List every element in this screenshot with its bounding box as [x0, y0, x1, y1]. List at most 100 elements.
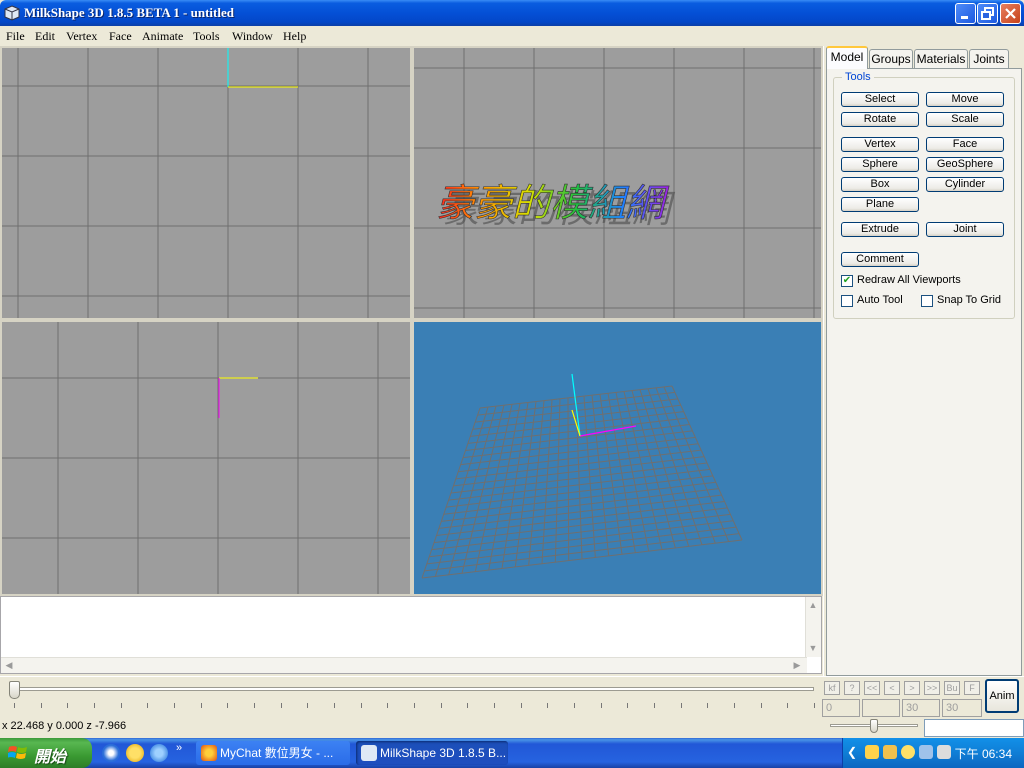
comment-button[interactable]: Comment [841, 252, 919, 267]
timeline-tick [680, 703, 682, 708]
geosphere-button[interactable]: GeoSphere [926, 157, 1004, 172]
viewport-3d[interactable] [412, 320, 823, 596]
rotate-button[interactable]: Rotate [841, 112, 919, 127]
scroll-left-icon[interactable]: ◀ [2, 658, 16, 672]
cursor-coordinates: x 22.468 y 0.000 z -7.966 [2, 720, 127, 732]
last-frame-button[interactable]: >> [924, 681, 940, 695]
scroll-right-icon[interactable]: ▶ [790, 658, 804, 672]
tray-volume-icon[interactable] [937, 745, 951, 759]
tools-panel: Model Groups Materials Joints Tools Sele… [823, 46, 1024, 678]
menu-file[interactable]: File [6, 29, 25, 44]
timeline-tick [67, 703, 69, 708]
timeline-tick [360, 703, 362, 708]
menu-animate[interactable]: Animate [142, 29, 183, 44]
prev-frame-button[interactable]: < [884, 681, 900, 695]
viewport-grid [2, 322, 410, 594]
select-button[interactable]: Select [841, 92, 919, 107]
tools-group: Tools Select Move Rotate Scale Vertex Fa… [833, 71, 1015, 319]
message-log[interactable]: ▲ ▼ ◀ ▶ [0, 596, 822, 674]
log-vertical-scrollbar[interactable]: ▲ ▼ [805, 597, 821, 657]
status-bar: x 22.468 y 0.000 z -7.966 [0, 718, 1024, 738]
menu-help[interactable]: Help [283, 29, 306, 44]
restore-button[interactable] [977, 3, 998, 24]
sphere-button[interactable]: Sphere [841, 157, 919, 172]
auto-tool-checkbox[interactable] [841, 295, 853, 307]
timeline-tick [467, 703, 469, 708]
menu-edit[interactable]: Edit [35, 29, 55, 44]
timeline-tick [40, 703, 42, 708]
timeline-track[interactable] [10, 687, 814, 691]
tab-materials[interactable]: Materials [914, 49, 968, 69]
tray-folder-icon[interactable] [883, 745, 897, 759]
face-button[interactable]: Face [926, 137, 1004, 152]
total-frames-field[interactable]: 30 [902, 699, 940, 717]
viewport-grid [2, 48, 410, 318]
timeline-tick [787, 703, 789, 708]
close-icon [1005, 8, 1016, 19]
task-milkshape[interactable]: MilkShape 3D 1.8.5 B... [356, 741, 508, 765]
extrude-button[interactable]: Extrude [841, 222, 919, 237]
viewport-top-left[interactable] [0, 46, 412, 320]
svg-text:豪豪的模組網: 豪豪的模組網 [436, 181, 670, 225]
current-frame-field[interactable]: 0 [822, 699, 860, 717]
start-label: 開始 [34, 749, 67, 766]
title-bar: MilkShape 3D 1.8.5 BETA 1 - untitled [0, 0, 1024, 26]
tray-network-icon[interactable] [919, 745, 933, 759]
box-button[interactable]: Box [841, 177, 919, 192]
tab-joints[interactable]: Joints [969, 49, 1009, 69]
timeline-thumb[interactable] [9, 681, 20, 699]
total-frames-field-2[interactable]: 30 [942, 699, 982, 717]
next-frame-button[interactable]: > [904, 681, 920, 695]
joint-button[interactable]: Joint [926, 222, 1004, 237]
cylinder-button[interactable]: Cylinder [926, 177, 1004, 192]
timeline-tick [600, 703, 602, 708]
viewport-bottom-left[interactable] [0, 320, 412, 596]
scale-button[interactable]: Scale [926, 112, 1004, 127]
timeline-tick [174, 703, 175, 708]
f-button[interactable]: F [964, 681, 980, 695]
menu-bar: File Edit Vertex Face Animate Tools Wind… [0, 26, 1024, 46]
anim-button[interactable]: Anim [985, 679, 1019, 713]
timeline-tick [654, 703, 655, 708]
menu-window[interactable]: Window [232, 29, 273, 44]
first-frame-button[interactable]: << [864, 681, 880, 695]
timeline-tick [494, 703, 495, 708]
bu-button[interactable]: Bu [944, 681, 960, 695]
timeline-ticks [14, 703, 815, 709]
vertex-button[interactable]: Vertex [841, 137, 919, 152]
tab-model[interactable]: Model [826, 46, 868, 69]
close-button[interactable] [1000, 3, 1021, 24]
scroll-down-icon[interactable]: ▼ [806, 641, 820, 655]
timeline-tick [734, 703, 735, 708]
menu-face[interactable]: Face [109, 29, 132, 44]
redraw-all-checkbox[interactable]: ✔ [841, 275, 853, 287]
quicklaunch-more-icon[interactable]: » [176, 742, 182, 754]
log-horizontal-scrollbar[interactable]: ◀ ▶ [1, 657, 807, 673]
tools-legend: Tools [842, 71, 874, 83]
timeline-tick [760, 703, 762, 708]
minimize-button[interactable] [955, 3, 976, 24]
system-tray: ❮ 下午 06:34 [842, 738, 1024, 768]
help-button[interactable]: ? [844, 681, 860, 695]
tab-groups[interactable]: Groups [869, 49, 913, 69]
messenger-icon[interactable] [126, 744, 144, 762]
scroll-up-icon[interactable]: ▲ [806, 598, 820, 612]
timeline-tick [94, 703, 95, 708]
plane-button[interactable]: Plane [841, 197, 919, 212]
internet-explorer-icon[interactable] [150, 744, 168, 762]
move-button[interactable]: Move [926, 92, 1004, 107]
menu-tools[interactable]: Tools [193, 29, 220, 44]
media-player-icon[interactable] [102, 744, 120, 762]
keyframe-button[interactable]: kf [824, 681, 840, 695]
tray-smiley-icon[interactable] [901, 745, 915, 759]
tray-app-icon[interactable] [865, 745, 879, 759]
viewport-top-right[interactable]: 豪豪的模組網 豪豪的模組網 [412, 46, 823, 320]
start-button[interactable]: 開始 [0, 738, 92, 768]
speed-slider-thumb[interactable] [870, 719, 878, 733]
blank-frame-field[interactable] [862, 699, 900, 717]
timeline-tick [334, 703, 335, 708]
menu-vertex[interactable]: Vertex [66, 29, 97, 44]
snap-to-grid-checkbox[interactable] [921, 295, 933, 307]
tray-expand-icon[interactable]: ❮ [847, 745, 857, 759]
task-mychat[interactable]: MyChat 數位男女 - ... [196, 741, 350, 765]
